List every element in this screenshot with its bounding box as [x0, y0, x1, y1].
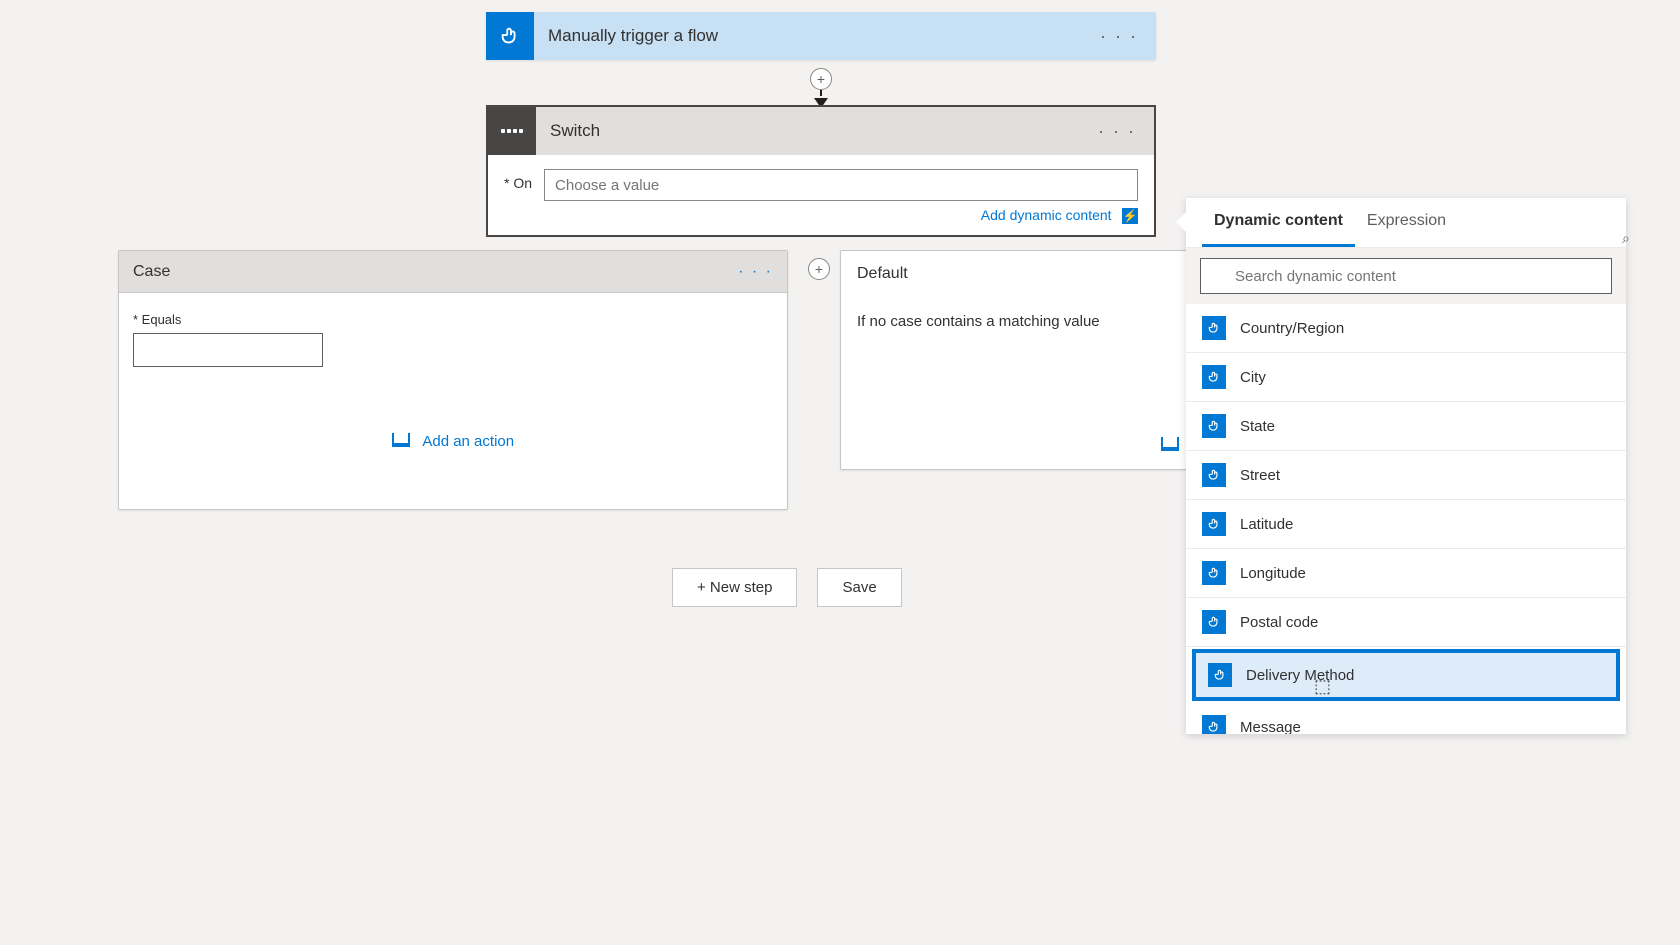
switch-icon: [488, 107, 536, 155]
dynamic-content-item-label: Longitude: [1240, 565, 1306, 582]
dynamic-content-item[interactable]: Longitude: [1186, 549, 1626, 598]
touch-icon: [1202, 463, 1226, 487]
add-case-icon[interactable]: +: [808, 258, 830, 280]
dynamic-content-search-input[interactable]: [1200, 258, 1612, 294]
dynamic-content-item[interactable]: Street: [1186, 451, 1626, 500]
switch-title: Switch: [550, 121, 600, 141]
bottom-buttons: + New step Save: [672, 568, 902, 607]
dynamic-content-item[interactable]: Country/Region: [1186, 304, 1626, 353]
dynamic-content-item-label: Postal code: [1240, 614, 1318, 631]
case-card: Case · · · Equals Add an action: [118, 250, 788, 510]
add-action-icon: [1161, 437, 1179, 451]
trigger-card[interactable]: Manually trigger a flow · · ·: [486, 12, 1156, 60]
tab-dynamic-content[interactable]: Dynamic content: [1202, 198, 1355, 247]
add-step-icon[interactable]: +: [810, 68, 832, 90]
switch-header[interactable]: Switch · · ·: [488, 107, 1154, 155]
dynamic-content-item[interactable]: State: [1186, 402, 1626, 451]
connector-arrow: +: [810, 68, 832, 108]
dynamic-content-item[interactable]: Postal code: [1186, 598, 1626, 647]
touch-icon: [1208, 663, 1232, 687]
equals-input[interactable]: [133, 333, 323, 367]
case-title: Case: [133, 263, 170, 281]
trigger-title: Manually trigger a flow: [548, 26, 718, 46]
switch-card: Switch · · · On Add dynamic content ⚡: [486, 105, 1156, 237]
switch-more-icon[interactable]: · · ·: [1098, 121, 1136, 142]
dynamic-content-item-label: Country/Region: [1240, 320, 1344, 337]
case-add-action-link[interactable]: Add an action: [422, 433, 514, 450]
trigger-more-icon[interactable]: · · ·: [1100, 26, 1138, 47]
dynamic-content-list[interactable]: Country/Region City State Street Latitude Lon…: [1186, 304, 1626, 734]
add-action-icon: [392, 433, 410, 447]
dynamic-content-item-label: Delivery Method: [1246, 667, 1354, 684]
dynamic-content-item-label: Latitude: [1240, 516, 1293, 533]
new-step-button[interactable]: + New step: [672, 568, 797, 607]
dynamic-content-item[interactable]: Latitude: [1186, 500, 1626, 549]
dynamic-content-item-label: Street: [1240, 467, 1280, 484]
touch-icon: [1202, 715, 1226, 734]
touch-icon: [1202, 316, 1226, 340]
dynamic-content-item[interactable]: City: [1186, 353, 1626, 402]
add-dynamic-content-badge-icon[interactable]: ⚡: [1122, 208, 1138, 224]
add-dynamic-content-link[interactable]: Add dynamic content: [981, 207, 1112, 223]
dynamic-content-item-label: Message: [1240, 719, 1301, 735]
on-label: On: [504, 169, 532, 191]
add-case-connector: +: [808, 258, 830, 280]
case-more-icon[interactable]: · · ·: [738, 263, 773, 281]
equals-label: Equals: [133, 312, 181, 327]
dynamic-content-item[interactable]: Delivery Method: [1192, 649, 1620, 701]
touch-icon: [486, 12, 534, 60]
dynamic-content-item[interactable]: Message: [1186, 703, 1626, 734]
case-header[interactable]: Case · · ·: [119, 251, 787, 293]
touch-icon: [1202, 512, 1226, 536]
touch-icon: [1202, 365, 1226, 389]
dynamic-content-item-label: City: [1240, 369, 1266, 386]
dynamic-content-item-label: State: [1240, 418, 1275, 435]
touch-icon: [1202, 561, 1226, 585]
tab-expression[interactable]: Expression: [1355, 198, 1458, 247]
dynamic-content-panel: Dynamic content Expression ⌕ Country/Reg…: [1186, 198, 1626, 734]
touch-icon: [1202, 414, 1226, 438]
search-icon: ⌕: [1622, 230, 1630, 247]
save-button[interactable]: Save: [817, 568, 901, 607]
touch-icon: [1202, 610, 1226, 634]
on-value-input[interactable]: [544, 169, 1138, 201]
